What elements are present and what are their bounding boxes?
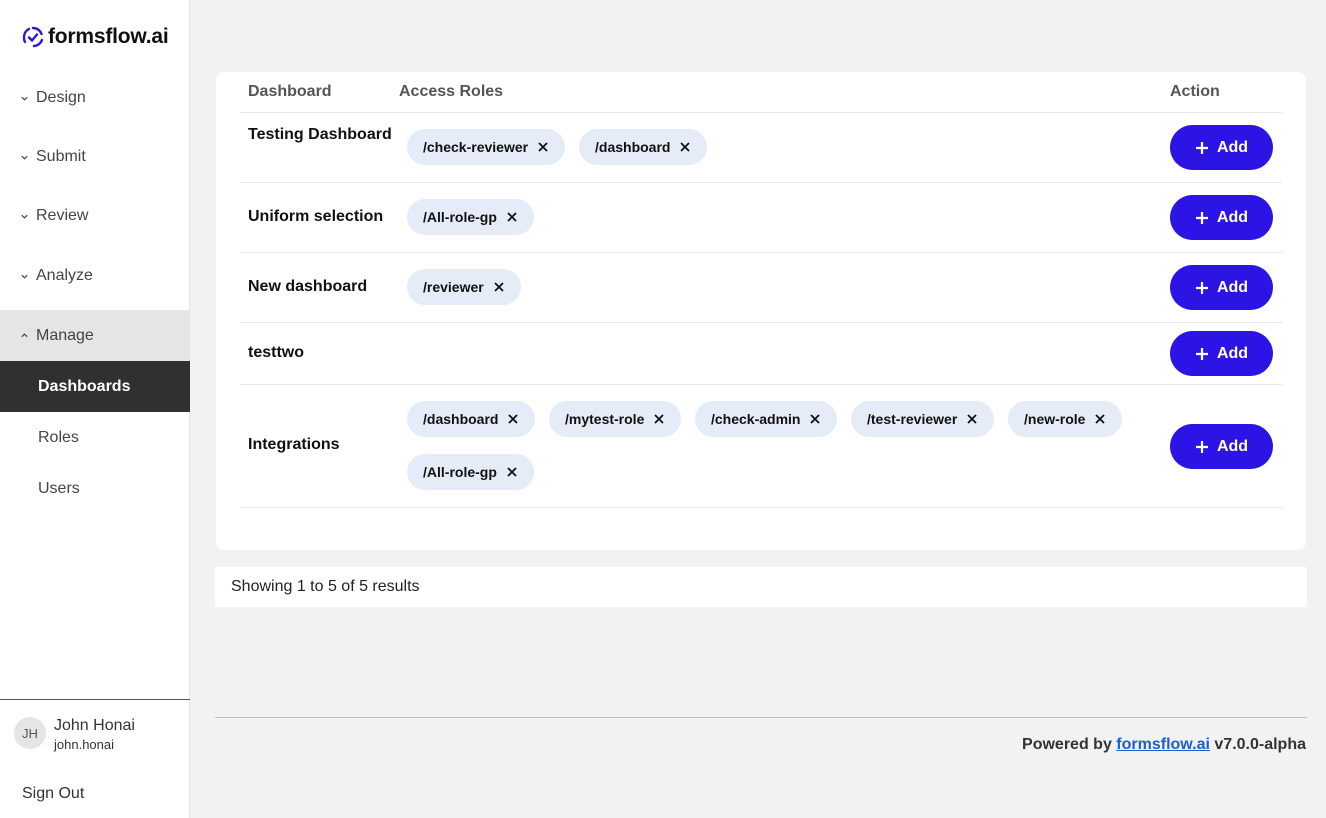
role-chip-label: /check-admin <box>711 411 801 427</box>
footer-divider <box>215 717 1307 718</box>
role-chip-label: /test-reviewer <box>867 411 958 427</box>
role-chip-label: /new-role <box>1024 411 1086 427</box>
add-role-button[interactable]: Add <box>1170 195 1273 240</box>
avatar[interactable]: JH <box>14 717 46 749</box>
nav-submit[interactable]: Submit <box>0 131 190 183</box>
close-icon[interactable] <box>506 211 518 223</box>
sidebar: formsflow.ai Design Submit Review Analyz… <box>0 0 190 818</box>
nav-review-label: Review <box>36 207 89 224</box>
role-chip: /dashboard <box>407 401 536 437</box>
user-name: John Honai <box>54 717 135 734</box>
nav-analyze[interactable]: Analyze <box>0 250 190 302</box>
close-icon[interactable] <box>493 281 505 293</box>
table-divider <box>240 182 1282 183</box>
plus-icon <box>1195 281 1208 294</box>
formsflow-link[interactable]: formsflow.ai <box>1116 736 1210 753</box>
add-button-label: Add <box>1216 138 1249 156</box>
nav-submit-label: Submit <box>36 148 86 165</box>
dashboard-name: testtwo <box>248 344 304 361</box>
chevron-up-icon <box>21 333 28 338</box>
dashboard-name: Integrations <box>248 436 340 453</box>
close-icon[interactable] <box>679 141 691 153</box>
nav-dashboards[interactable]: Dashboards <box>0 361 190 412</box>
table-divider <box>240 112 1282 113</box>
table-divider <box>240 322 1282 323</box>
powered-by-text: Powered by <box>1022 736 1112 753</box>
role-chip-label: /mytest-role <box>565 411 645 427</box>
role-chip: /check-admin <box>695 401 838 437</box>
role-chip-label: /All-role-gp <box>423 464 497 480</box>
chevron-down-icon <box>21 155 28 160</box>
add-role-button[interactable]: Add <box>1170 331 1273 376</box>
plus-icon <box>1195 211 1208 224</box>
dashboard-name: New dashboard <box>248 278 368 295</box>
pagination-summary: Showing 1 to 5 of 5 results <box>215 567 1307 607</box>
role-chip: /reviewer <box>407 269 521 305</box>
nav-review[interactable]: Review <box>0 190 190 242</box>
user-profile: JH John Honai john.honai Sign Out <box>0 699 190 818</box>
close-icon[interactable] <box>1094 413 1106 425</box>
role-chip: /All-role-gp <box>407 199 534 235</box>
add-button-label: Add <box>1216 437 1249 455</box>
chevron-down-icon <box>21 96 28 101</box>
close-icon[interactable] <box>537 141 549 153</box>
nav-manage-label: Manage <box>36 326 94 344</box>
nav-manage[interactable]: Manage <box>0 310 190 361</box>
brand-name: formsflow.ai <box>48 25 169 48</box>
role-chip-label: /check-reviewer <box>423 139 529 155</box>
nav-design[interactable]: Design <box>0 72 190 124</box>
close-icon[interactable] <box>507 413 519 425</box>
nav-users[interactable]: Users <box>0 463 190 514</box>
header-dashboard: Dashboard <box>248 83 332 100</box>
dashboards-table-card: Dashboard Access Roles Action Testing Da… <box>216 72 1306 550</box>
sign-out-link[interactable]: Sign Out <box>22 785 84 803</box>
nav-design-label: Design <box>36 89 86 106</box>
table-divider <box>240 507 1282 508</box>
nav-analyze-label: Analyze <box>36 267 93 284</box>
table-divider <box>240 252 1282 253</box>
add-role-button[interactable]: Add <box>1170 424 1273 469</box>
formsflow-logo-icon <box>22 26 44 48</box>
role-chip: /new-role <box>1008 401 1123 437</box>
add-button-label: Add <box>1216 344 1249 362</box>
results-text: Showing 1 to 5 of 5 results <box>231 578 420 595</box>
user-login: john.honai <box>54 737 114 752</box>
header-access-roles: Access Roles <box>399 83 504 100</box>
nav-roles[interactable]: Roles <box>0 412 190 463</box>
table-divider <box>240 384 1282 385</box>
add-role-button[interactable]: Add <box>1170 265 1273 310</box>
role-chip: /dashboard <box>579 129 708 165</box>
role-chip-label: /reviewer <box>423 279 484 295</box>
close-icon[interactable] <box>653 413 665 425</box>
brand-logo[interactable]: formsflow.ai <box>21 23 169 51</box>
plus-icon <box>1195 440 1208 453</box>
role-chip: /check-reviewer <box>407 129 566 165</box>
close-icon[interactable] <box>506 466 518 478</box>
header-action: Action <box>1170 83 1220 100</box>
close-icon[interactable] <box>809 413 821 425</box>
role-chip-label: /dashboard <box>423 411 499 427</box>
chevron-down-icon <box>21 274 28 279</box>
add-button-label: Add <box>1216 278 1249 296</box>
dashboard-name: Testing Dashboard <box>248 126 392 143</box>
dashboard-name: Uniform selection <box>248 208 384 225</box>
chevron-down-icon <box>21 214 28 219</box>
plus-icon <box>1195 141 1208 154</box>
role-chip: /test-reviewer <box>851 401 995 437</box>
add-button-label: Add <box>1216 208 1249 226</box>
role-chip: /mytest-role <box>549 401 682 437</box>
role-chip-label: /dashboard <box>595 139 671 155</box>
version-text: v7.0.0-alpha <box>1214 736 1306 753</box>
footer-powered-by: Powered by formsflow.ai v7.0.0-alpha <box>1022 736 1306 754</box>
role-chip: /All-role-gp <box>407 454 534 490</box>
close-icon[interactable] <box>966 413 978 425</box>
plus-icon <box>1195 347 1208 360</box>
add-role-button[interactable]: Add <box>1170 125 1273 170</box>
role-chip-label: /All-role-gp <box>423 209 497 225</box>
